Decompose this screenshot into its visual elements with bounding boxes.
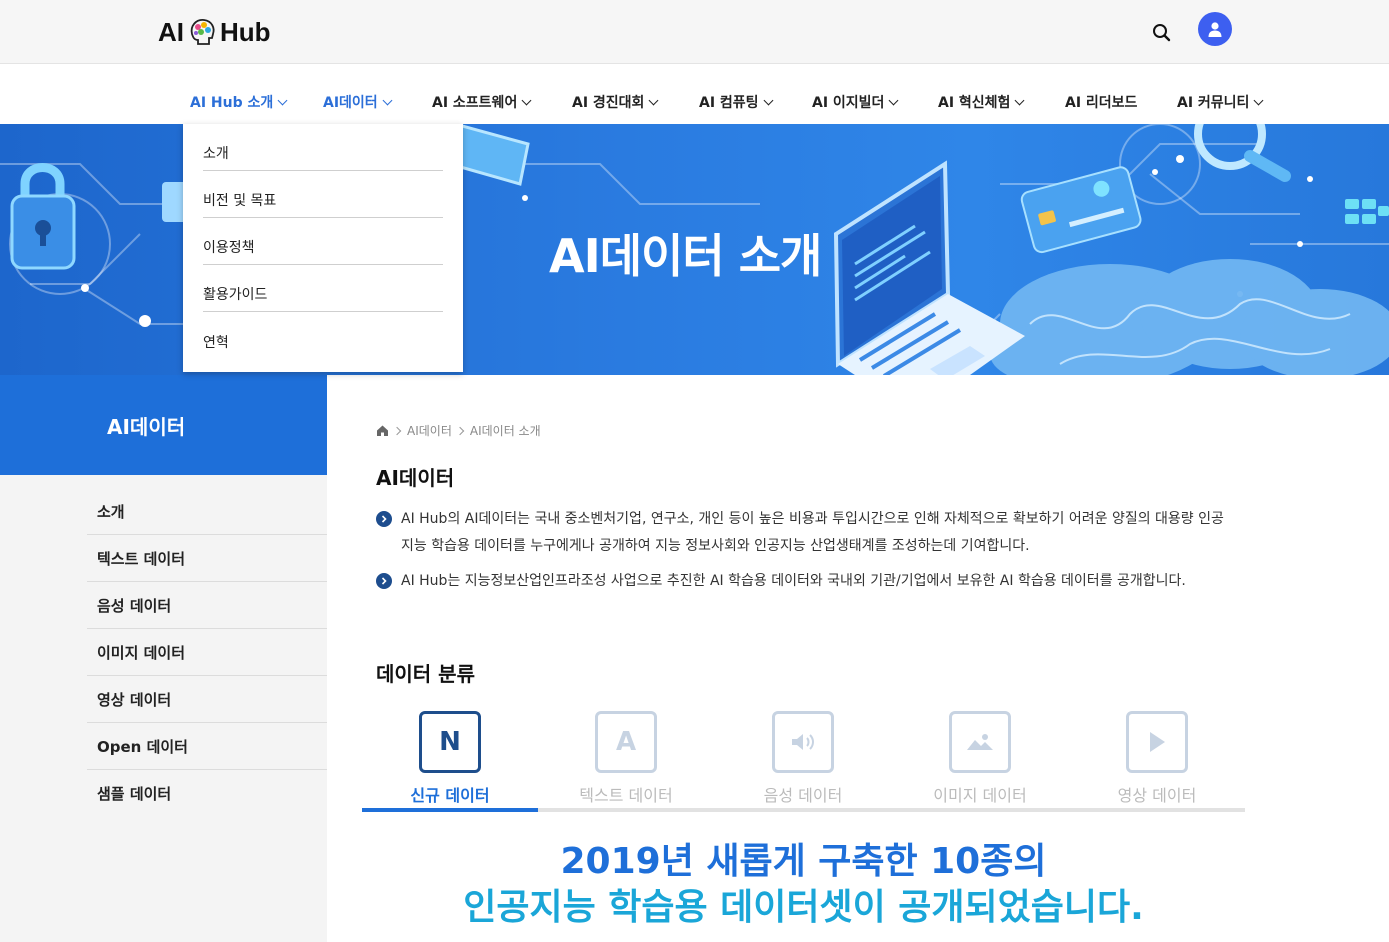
chevron-down-icon xyxy=(649,95,659,105)
sidebar-item-intro[interactable]: 소개 xyxy=(87,488,327,535)
nav-label: AI 경진대회 xyxy=(572,95,645,111)
chevron-down-icon xyxy=(277,95,288,105)
headline-line2: 인공지능 학습용 데이터셋이 공개되었습니다. xyxy=(463,887,1144,928)
tab-audio-data[interactable]: 음성 데이터 xyxy=(715,708,891,814)
dropdown-item-guide[interactable]: 활용가이드 xyxy=(203,265,443,312)
sidebar-item-sample-data[interactable]: 샘플 데이터 xyxy=(87,770,327,817)
nav-label: AI 리더보드 xyxy=(1065,95,1138,111)
sidebar-item-audio-data[interactable]: 음성 데이터 xyxy=(87,582,327,629)
list-item: AI Hub의 AI데이터는 국내 중소벤처기업, 연구소, 개인 등이 높은 … xyxy=(376,506,1236,560)
chevron-down-icon xyxy=(889,95,899,105)
chevron-down-icon xyxy=(763,95,774,105)
chevron-right-icon xyxy=(455,426,465,435)
tab-video-data[interactable]: 영상 데이터 xyxy=(1069,708,1245,814)
category-tabs: N 신규 데이터 A 텍스트 데이터 음성 데이터 이미지 데이터 영상 데이터 xyxy=(362,708,1245,814)
nav-label: AI 이지빌더 xyxy=(812,95,885,111)
search-icon xyxy=(1153,24,1171,42)
nav-label: AI 소프트웨어 xyxy=(432,95,518,111)
chevron-circle-icon xyxy=(376,511,392,527)
chevron-right-icon xyxy=(392,426,402,435)
sidebar-item-open-data[interactable]: Open 데이터 xyxy=(87,723,327,770)
chevron-down-icon xyxy=(521,95,532,105)
nav-item-ai-data[interactable]: AI데이터 xyxy=(323,92,393,112)
list-item: AI Hub는 지능정보산업인프라조성 사업으로 추진한 AI 학습용 데이터와… xyxy=(376,568,1236,595)
dropdown-item-history[interactable]: 연혁 xyxy=(203,312,443,359)
bullet-text: AI Hub의 AI데이터는 국내 중소벤처기업, 연구소, 개인 등이 높은 … xyxy=(401,511,1224,554)
nav-item-ai-software[interactable]: AI 소프트웨어 xyxy=(432,92,532,112)
nav-label: AI 커뮤니티 xyxy=(1177,95,1250,111)
nav-dropdown-menu: 소개 비전 및 목표 이용정책 활용가이드 연혁 xyxy=(183,124,463,372)
section-title-ai-data: AI데이터 xyxy=(376,466,455,490)
hero-title: AI데이터 소개 xyxy=(549,229,822,283)
sidebar-menu: 소개 텍스트 데이터 음성 데이터 이미지 데이터 영상 데이터 Open 데이… xyxy=(87,488,327,817)
brain-icon xyxy=(190,19,215,45)
sidebar: AI데이터 소개 텍스트 데이터 음성 데이터 이미지 데이터 영상 데이터 O… xyxy=(0,375,327,942)
user-button[interactable] xyxy=(1198,12,1232,46)
play-icon xyxy=(1126,711,1188,773)
nav-item-aihub-intro[interactable]: AI Hub 소개 xyxy=(190,92,288,112)
nav-item-ai-innovation[interactable]: AI 혁신체험 xyxy=(938,92,1025,112)
user-icon xyxy=(1208,22,1222,37)
breadcrumb: AI데이터 AI데이터 소개 xyxy=(376,422,541,439)
headline-line1: 2019년 새롭게 구축한 10종의 xyxy=(560,841,1047,882)
tab-label: 영상 데이터 xyxy=(1117,786,1197,805)
nav-item-ai-contest[interactable]: AI 경진대회 xyxy=(572,92,659,112)
nav-label: AI 혁신체험 xyxy=(938,95,1011,111)
new-icon: N xyxy=(419,711,481,773)
sidebar-item-image-data[interactable]: 이미지 데이터 xyxy=(87,629,327,676)
text-icon: A xyxy=(595,711,657,773)
image-icon xyxy=(949,711,1011,773)
dropdown-item-intro[interactable]: 소개 xyxy=(203,124,443,171)
speaker-icon xyxy=(772,711,834,773)
sidebar-item-text-data[interactable]: 텍스트 데이터 xyxy=(87,535,327,582)
logo-text-hub: Hub xyxy=(220,16,271,47)
section-title-data-category: 데이터 분류 xyxy=(376,662,475,686)
nav-label: AI데이터 xyxy=(323,95,378,111)
intro-bullets: AI Hub의 AI데이터는 국내 중소벤처기업, 연구소, 개인 등이 높은 … xyxy=(376,506,1236,603)
dropdown-item-policy[interactable]: 이용정책 xyxy=(203,218,443,265)
chevron-down-icon xyxy=(382,95,393,105)
tab-label: 이미지 데이터 xyxy=(933,786,1027,805)
site-logo[interactable]: AI Hub xyxy=(158,16,271,48)
tab-new-data[interactable]: N 신규 데이터 xyxy=(362,708,538,814)
top-bar: AI Hub xyxy=(0,0,1389,64)
sidebar-item-video-data[interactable]: 영상 데이터 xyxy=(87,676,327,723)
tab-active-indicator xyxy=(362,808,538,812)
tab-label: 음성 데이터 xyxy=(763,786,843,805)
tab-label: 신규 데이터 xyxy=(410,786,490,805)
nav-item-ai-leaderboard[interactable]: AI 리더보드 xyxy=(1065,92,1137,112)
breadcrumb-level2[interactable]: AI데이터 소개 xyxy=(470,422,541,439)
search-button[interactable] xyxy=(1150,21,1174,45)
tab-image-data[interactable]: 이미지 데이터 xyxy=(892,708,1068,814)
tab-text-data[interactable]: A 텍스트 데이터 xyxy=(538,708,714,814)
breadcrumb-level1[interactable]: AI데이터 xyxy=(407,422,452,439)
nav-item-ai-computing[interactable]: AI 컴퓨팅 xyxy=(699,92,774,112)
main-nav: AI Hub 소개 AI데이터 AI 소프트웨어 AI 경진대회 AI 컴퓨팅 … xyxy=(0,64,1389,124)
chevron-down-icon xyxy=(1015,95,1025,105)
nav-item-ai-easybuilder[interactable]: AI 이지빌더 xyxy=(812,92,899,112)
nav-label: AI Hub 소개 xyxy=(190,95,274,111)
chevron-down-icon xyxy=(1254,95,1264,105)
sidebar-title: AI데이터 xyxy=(0,375,327,475)
nav-label: AI 컴퓨팅 xyxy=(699,95,759,111)
nav-item-ai-community[interactable]: AI 커뮤니티 xyxy=(1177,92,1264,112)
bullet-text: AI Hub는 지능정보산업인프라조성 사업으로 추진한 AI 학습용 데이터와… xyxy=(401,573,1186,589)
chevron-circle-icon xyxy=(376,573,392,589)
dropdown-item-vision[interactable]: 비전 및 목표 xyxy=(203,171,443,218)
home-icon[interactable] xyxy=(376,424,389,437)
tab-label: 텍스트 데이터 xyxy=(579,786,673,805)
logo-text-ai: AI xyxy=(158,16,184,47)
